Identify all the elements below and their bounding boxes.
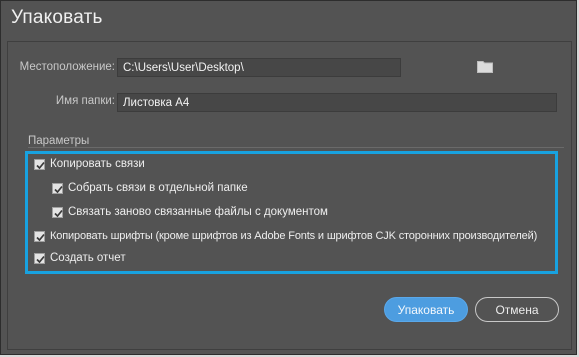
folder-name-label: Имя папки:	[55, 95, 115, 107]
checkmark-icon	[36, 255, 45, 263]
collect-links-checkbox[interactable]	[52, 182, 63, 194]
copy-fonts-label: Копировать шрифты (кроме шрифтов из Adob…	[50, 230, 538, 242]
checkmark-icon	[54, 209, 63, 217]
relink-files-option[interactable]: Связать заново связанные файлы с докумен…	[52, 204, 328, 220]
relink-files-label: Связать заново связанные файлы с докумен…	[68, 206, 328, 218]
location-field[interactable]	[117, 58, 401, 77]
options-section-label: Параметры	[28, 135, 90, 147]
collect-links-option[interactable]: Собрать связи в отдельной папке	[52, 180, 248, 196]
copy-links-option[interactable]: Копировать связи	[34, 156, 145, 172]
copy-links-label: Копировать связи	[50, 158, 145, 170]
package-dialog: Упаковать Местоположение: Имя папки: Пар…	[0, 0, 577, 355]
checkmark-icon	[36, 233, 45, 241]
checkmark-icon	[54, 185, 63, 193]
collect-links-label: Собрать связи в отдельной папке	[68, 182, 248, 194]
create-report-checkbox[interactable]	[34, 252, 45, 264]
section-divider	[28, 147, 564, 148]
dialog-title: Упаковать	[11, 7, 103, 28]
create-report-label: Создать отчет	[50, 252, 126, 264]
folder-icon[interactable]	[477, 60, 493, 73]
create-report-option[interactable]: Создать отчет	[34, 250, 126, 266]
copy-fonts-checkbox[interactable]	[34, 230, 45, 242]
location-label: Местоположение:	[19, 61, 115, 73]
copy-fonts-option[interactable]: Копировать шрифты (кроме шрифтов из Adob…	[34, 228, 537, 244]
package-button[interactable]: Упаковать	[384, 297, 468, 322]
copy-links-checkbox[interactable]	[34, 158, 45, 170]
relink-files-checkbox[interactable]	[52, 206, 63, 218]
folder-name-field[interactable]	[117, 93, 557, 112]
cancel-button[interactable]: Отмена	[475, 297, 559, 322]
checkmark-icon	[36, 161, 45, 169]
